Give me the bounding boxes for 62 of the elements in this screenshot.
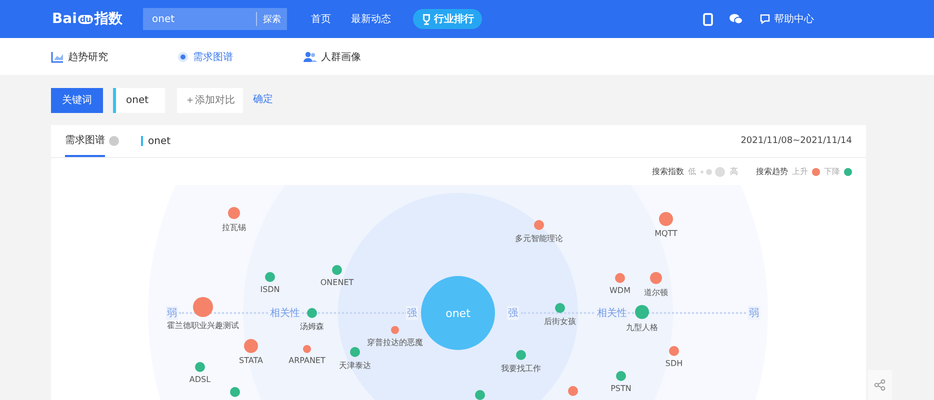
chat-bubbles-icon[interactable] [729, 13, 743, 25]
legend-title: 搜索趋势 [756, 166, 788, 177]
keyword-button[interactable]: 关键词 [51, 88, 103, 112]
people-icon [303, 50, 317, 62]
help-icon[interactable] [109, 136, 119, 146]
chart-icon [51, 50, 64, 62]
node-label: MQTT [654, 229, 678, 238]
node-label: SDH [665, 359, 683, 368]
legend-label: 下降 [824, 166, 840, 177]
logo-text: 指数 [94, 10, 122, 28]
section-tab[interactable]: 需求图谱 [177, 50, 303, 64]
search-button[interactable]: 探索 [256, 12, 287, 26]
legend-label: 高 [730, 166, 738, 177]
node-label: 道尔顿 [644, 287, 668, 298]
share-button[interactable] [868, 370, 892, 400]
series-marker [141, 136, 143, 146]
node-label: 汤姆森 [300, 321, 324, 332]
legend-title: 搜索指数 [652, 166, 684, 177]
logo-text: Bai [52, 11, 77, 27]
axis-label: 相关性 [596, 306, 628, 320]
node-label: STATA [239, 356, 263, 365]
legend-label: 上升 [792, 166, 808, 177]
search-field[interactable]: onet 探索 [143, 8, 287, 30]
node-label: 拉瓦锡 [222, 222, 246, 233]
node-label: 我要找工作 [501, 363, 541, 374]
help-link[interactable]: 帮助中心 [759, 12, 814, 26]
node-label: ADSL [189, 375, 211, 384]
node-label: 穿普拉达的恶魔 [367, 337, 423, 348]
trophy-icon [421, 14, 432, 24]
axis-label: 强 [507, 306, 519, 320]
node-label: ISDN [260, 285, 280, 294]
node-label: 天津泰达 [339, 360, 371, 371]
node-label: PSTN [610, 384, 632, 393]
axis-label: 强 [406, 306, 418, 320]
nav-link[interactable]: 首页 [311, 12, 331, 26]
nav-link[interactable]: 最新动态 [351, 12, 391, 26]
node-label: 后街女孩 [544, 316, 576, 327]
ranking-button[interactable]: 行业排行 [413, 9, 482, 29]
radar-icon [177, 50, 189, 62]
keyword-field[interactable]: onet [113, 88, 165, 112]
axis-label: 弱 [748, 306, 760, 320]
confirm-link[interactable]: 确定 [253, 92, 273, 106]
node-label: ONENET [320, 278, 354, 287]
logo-badge: du [78, 14, 94, 24]
node-label: WDM [610, 286, 630, 295]
date-range: 2021/11/08~2021/11/14 [740, 136, 852, 146]
tablet-icon[interactable] [703, 12, 713, 26]
legend-label: 低 [688, 166, 696, 177]
node-label: 霍兰德职业兴趣测试 [167, 320, 239, 331]
chat-icon [759, 13, 771, 25]
card-tab[interactable]: 需求图谱 [65, 125, 105, 157]
node-label: ARPANET [288, 356, 326, 365]
node-label: 多元智能理论 [515, 233, 563, 244]
section-tab[interactable]: 人群画像 [303, 50, 429, 64]
axis-label: 弱 [166, 306, 178, 320]
size-scale-icon [700, 166, 726, 176]
add-compare-button[interactable]: ＋添加对比 [177, 88, 243, 112]
section-tab[interactable]: 趋势研究 [51, 50, 177, 64]
node-label: 九型人格 [626, 322, 658, 333]
series-label: onet [148, 136, 171, 146]
share-icon [874, 378, 886, 392]
axis-label: 相关性 [269, 306, 301, 320]
